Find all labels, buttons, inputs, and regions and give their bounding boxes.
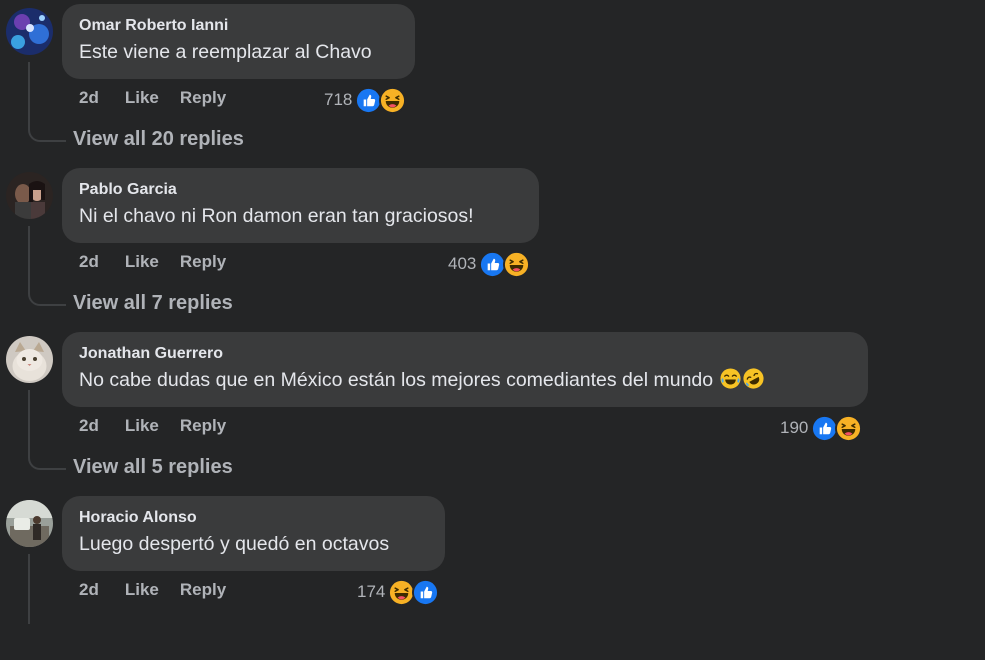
haha-icon <box>379 87 406 114</box>
reaction-count: 174 <box>357 582 386 601</box>
thread-line <box>28 390 66 470</box>
reply-button[interactable]: Reply <box>180 580 226 600</box>
like-button[interactable]: Like <box>125 416 159 436</box>
like-button[interactable]: Like <box>125 252 159 272</box>
view-replies-link[interactable]: View all 5 replies <box>73 456 233 479</box>
reaction-summary[interactable]: 403 <box>448 250 530 278</box>
comment-text: Ni el chavo ni Ron damon eran tan gracio… <box>79 205 474 227</box>
reaction-summary[interactable]: 718 <box>324 86 406 114</box>
reply-button[interactable]: Reply <box>180 416 226 436</box>
reaction-summary[interactable]: 190 <box>780 414 862 442</box>
view-replies-link[interactable]: View all 7 replies <box>73 292 233 315</box>
comment-text: No cabe dudas que en México están los me… <box>79 365 851 395</box>
rolling-on-floor-laughing-icon <box>742 367 765 390</box>
comment-time[interactable]: 2d <box>79 88 99 108</box>
comment-actions: 2d Like Reply <box>79 578 226 602</box>
thread-line <box>28 554 66 624</box>
comment-bubble: Horacio Alonso Luego despertó y quedó en… <box>62 496 445 571</box>
comment-author[interactable]: Jonathan Guerrero <box>79 344 851 364</box>
view-replies-link[interactable]: View all 20 replies <box>73 128 244 151</box>
reaction-count: 403 <box>448 254 477 273</box>
like-button[interactable]: Like <box>125 88 159 108</box>
comment-bubble: Pablo Garcia Ni el chavo ni Ron damon er… <box>62 168 539 243</box>
avatar[interactable] <box>6 500 53 547</box>
comment: Omar Roberto Ianni Este viene a reemplaz… <box>0 4 985 168</box>
comment-author[interactable]: Pablo Garcia <box>79 180 522 200</box>
comment-actions: 2d Like Reply <box>79 86 226 110</box>
like-icon <box>355 87 382 114</box>
like-icon <box>412 579 439 606</box>
comment-time[interactable]: 2d <box>79 416 99 436</box>
comment-bubble: Omar Roberto Ianni Este viene a reemplaz… <box>62 4 415 79</box>
avatar[interactable] <box>6 8 53 55</box>
like-icon <box>479 251 506 278</box>
comment-author[interactable]: Omar Roberto Ianni <box>79 16 398 36</box>
reaction-summary[interactable]: 174 <box>357 578 439 606</box>
avatar[interactable] <box>6 172 53 219</box>
comment-bubble: Jonathan Guerrero No cabe dudas que en M… <box>62 332 868 407</box>
reaction-count: 718 <box>324 90 353 109</box>
comment-actions: 2d Like Reply <box>79 414 226 438</box>
comment-author[interactable]: Horacio Alonso <box>79 508 428 528</box>
comment: Jonathan Guerrero No cabe dudas que en M… <box>0 332 985 496</box>
thread-line <box>28 62 66 142</box>
face-with-tears-of-joy-icon <box>719 367 742 390</box>
avatar[interactable] <box>6 336 53 383</box>
haha-icon <box>388 579 415 606</box>
reply-button[interactable]: Reply <box>180 252 226 272</box>
comment-text: Luego despertó y quedó en octavos <box>79 533 390 555</box>
reply-button[interactable]: Reply <box>180 88 226 108</box>
haha-icon <box>503 251 530 278</box>
comment-text-content: No cabe dudas que en México están los me… <box>79 369 714 391</box>
comment: Horacio Alonso Luego despertó y quedó en… <box>0 496 985 660</box>
thread-line <box>28 226 66 306</box>
comment-text: Este viene a reemplazar al Chavo <box>79 41 372 63</box>
reaction-count: 190 <box>780 418 809 437</box>
comment: Pablo Garcia Ni el chavo ni Ron damon er… <box>0 168 985 332</box>
like-icon <box>811 415 838 442</box>
comment-time[interactable]: 2d <box>79 580 99 600</box>
haha-icon <box>835 415 862 442</box>
comment-time[interactable]: 2d <box>79 252 99 272</box>
like-button[interactable]: Like <box>125 580 159 600</box>
comment-actions: 2d Like Reply <box>79 250 226 274</box>
